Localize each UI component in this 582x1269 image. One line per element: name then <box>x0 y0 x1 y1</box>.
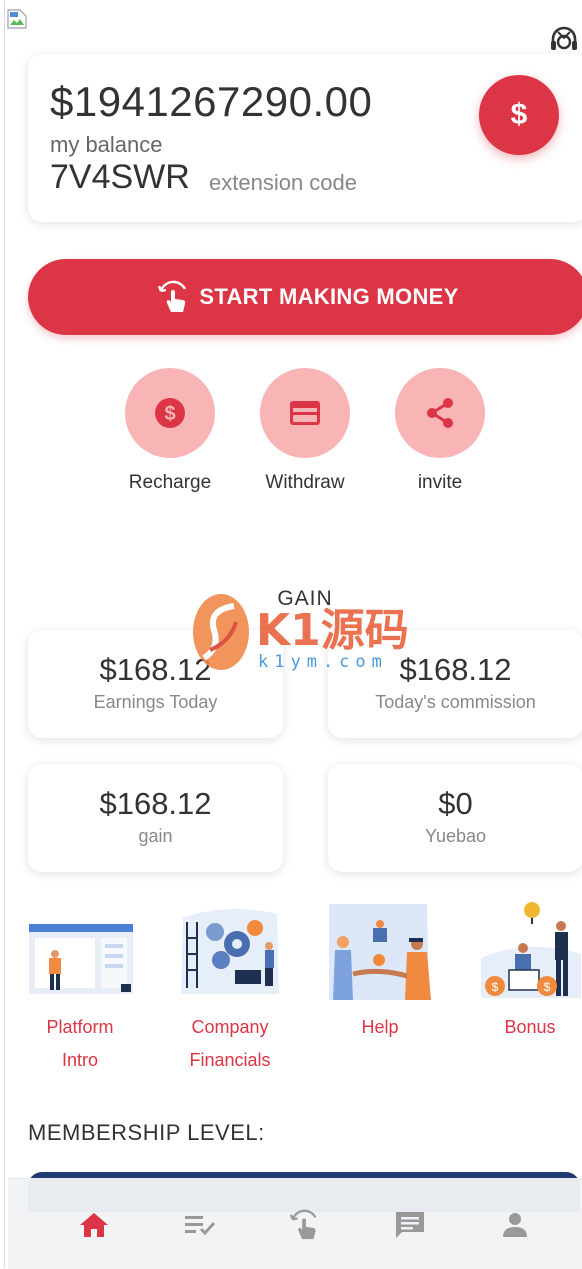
invite-label: invite <box>417 472 463 493</box>
platform-intro-label: Platform Intro <box>25 1011 135 1077</box>
left-border <box>4 0 5 1268</box>
share-icon <box>427 398 453 428</box>
watermark: K1源码 k1ym.com <box>190 590 410 680</box>
recharge-button[interactable]: $ <box>125 368 215 458</box>
customer-service-icon[interactable] <box>548 24 580 56</box>
company-financials-item[interactable]: Company Financials <box>175 898 285 1077</box>
extension-code-label: extension code <box>209 170 357 195</box>
profile-icon <box>503 1213 527 1237</box>
help-item[interactable]: Help <box>325 898 435 1044</box>
company-financials-line1: Company <box>191 1017 269 1037</box>
platform-intro-item[interactable]: Platform Intro <box>25 898 135 1077</box>
start-making-money-button[interactable]: START MAKING MONEY <box>28 259 582 335</box>
membership-level-title: MEMBERSHIP LEVEL: <box>28 1120 265 1145</box>
home-icon <box>80 1213 108 1237</box>
svg-text:$: $ <box>164 403 175 425</box>
earnings-today-label: Earnings Today <box>93 692 218 712</box>
tap-hand-icon <box>158 280 187 312</box>
bonus-illustration: $ $ <box>481 902 581 998</box>
platform-intro-illustration <box>29 924 133 994</box>
tap-hand-icon <box>289 1209 317 1240</box>
bottom-tab-bar <box>8 1178 582 1269</box>
platform-intro-line1: Platform <box>46 1017 114 1037</box>
watermark-url: k1ym.com <box>258 652 388 672</box>
help-label: Help <box>325 1011 435 1044</box>
tab-grab[interactable] <box>275 1203 335 1247</box>
help-line1: Help <box>361 1017 399 1037</box>
yuebao-label: Yuebao <box>424 826 487 846</box>
gain-card: $168.12 gain <box>28 764 283 872</box>
recharge-action[interactable]: $ Recharge <box>115 368 225 494</box>
company-financials-label: Company Financials <box>175 1011 285 1077</box>
help-illustration <box>329 904 431 1000</box>
withdraw-action[interactable]: Withdraw <box>250 368 360 494</box>
yuebao-value: $0 <box>438 786 473 821</box>
balance-label: my balance <box>50 132 163 157</box>
platform-intro-line2: Intro <box>61 1050 99 1070</box>
tab-profile[interactable] <box>485 1203 545 1247</box>
company-financials-line2: Financials <box>189 1050 271 1070</box>
tab-home[interactable] <box>64 1203 124 1247</box>
invite-button[interactable] <box>395 368 485 458</box>
start-button-label: START MAKING MONEY <box>199 284 459 309</box>
gain-label: gain <box>138 826 173 846</box>
tab-tasks[interactable] <box>170 1203 230 1247</box>
invite-action[interactable]: invite <box>385 368 495 494</box>
dollar-icon: $ <box>155 398 185 428</box>
gain-value: $168.12 <box>99 786 212 821</box>
watermark-text: K1源码 <box>256 605 409 656</box>
company-financials-illustration <box>181 908 279 994</box>
bonus-item[interactable]: $ $ Bonus <box>475 898 582 1044</box>
card-icon <box>290 401 320 425</box>
yuebao-card: $0 Yuebao <box>328 764 582 872</box>
recharge-label: Recharge <box>128 472 212 493</box>
svg-text:$: $ <box>544 980 551 994</box>
message-icon <box>396 1212 424 1238</box>
bonus-label: Bonus <box>475 1011 582 1044</box>
tab-messages[interactable] <box>380 1203 440 1247</box>
broken-image-icon <box>7 9 27 29</box>
watermark-logo-icon <box>193 594 249 670</box>
bonus-line1: Bonus <box>504 1017 556 1037</box>
withdraw-button[interactable] <box>260 368 350 458</box>
withdraw-label: Withdraw <box>265 472 345 493</box>
balance-card: $1941267290.00 my balance 7V4SWR extensi… <box>28 54 582 222</box>
dollar-sign-icon: $ <box>510 98 528 131</box>
dollar-button[interactable]: $ <box>479 75 559 155</box>
balance-amount: $1941267290.00 <box>50 78 373 125</box>
todays-commission-label: Today's commission <box>375 692 536 712</box>
task-list-icon <box>185 1216 216 1236</box>
extension-code: 7V4SWR <box>50 158 190 196</box>
svg-text:$: $ <box>492 980 499 994</box>
